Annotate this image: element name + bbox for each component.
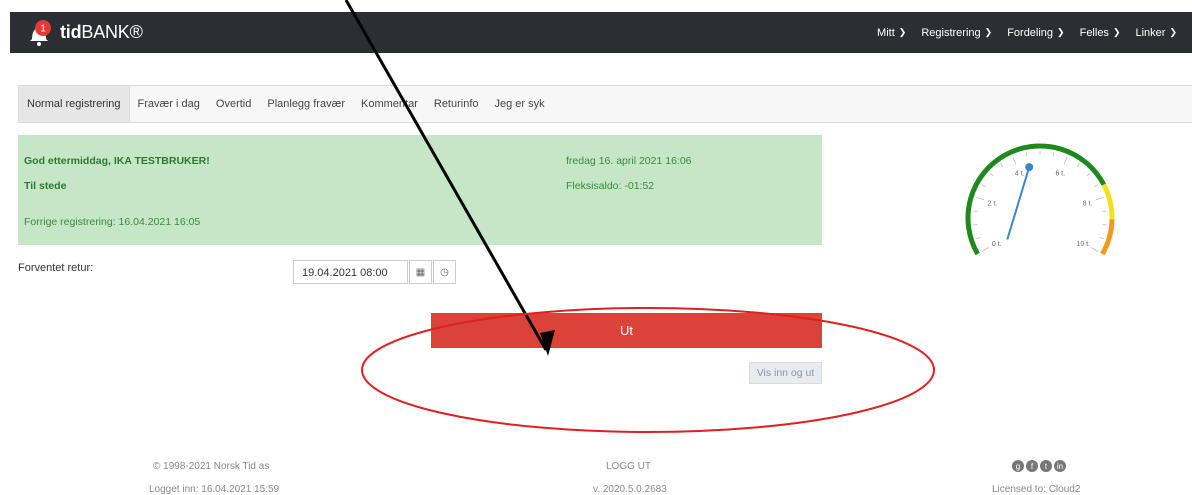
gauge-tick bbox=[1026, 152, 1027, 156]
gauge-arc-yellow bbox=[1104, 185, 1112, 220]
gauge-tick bbox=[1013, 157, 1016, 164]
gauge-tick-label: 6 t. bbox=[1055, 170, 1065, 177]
status-panel: God ettermiddag, IKA TESTBRUKER! Til ste… bbox=[18, 135, 822, 245]
google-plus-icon[interactable]: g bbox=[1012, 460, 1024, 472]
tab-fravaer-i-dag[interactable]: Fravær i dag bbox=[130, 86, 208, 122]
facebook-icon[interactable]: f bbox=[1026, 460, 1038, 472]
expected-return-input[interactable]: 19.04.2021 08:00 bbox=[293, 260, 408, 284]
footer-logged-in: Logget inn: 16.04.2021 15:59 bbox=[149, 484, 279, 495]
nav-label: Linker bbox=[1135, 27, 1165, 39]
gauge-tick bbox=[1091, 248, 1098, 252]
gauge-tick bbox=[1096, 197, 1104, 199]
top-navbar: 1 tidBANK® Mitt ❯ Registrering ❯ Fordeling… bbox=[10, 12, 1192, 53]
gauge-tick-label: 8 t. bbox=[1083, 201, 1093, 208]
gauge-tick bbox=[1100, 237, 1104, 238]
nav-registrering[interactable]: Registrering ❯ bbox=[921, 27, 992, 39]
tab-overtid[interactable]: Overtid bbox=[208, 86, 259, 122]
nav-mitt[interactable]: Mitt ❯ bbox=[877, 27, 906, 39]
nav-fordeling[interactable]: Fordeling ❯ bbox=[1007, 27, 1064, 39]
nav-felles[interactable]: Felles ❯ bbox=[1080, 27, 1121, 39]
nav-label: Felles bbox=[1080, 27, 1109, 39]
tab-returinfo[interactable]: Returinfo bbox=[426, 86, 487, 122]
gauge-tick bbox=[1077, 164, 1079, 167]
nav-label: Fordeling bbox=[1007, 27, 1053, 39]
show-in-out-button[interactable]: Vis inn og ut bbox=[749, 362, 822, 384]
nav-linker[interactable]: Linker ❯ bbox=[1135, 27, 1177, 39]
main-nav: Mitt ❯ Registrering ❯ Fordeling ❯ Felles ❯ L… bbox=[877, 12, 1192, 53]
twitter-icon[interactable]: t bbox=[1040, 460, 1052, 472]
out-button[interactable]: Ut bbox=[431, 313, 822, 348]
expected-return-label: Forventet retur: bbox=[18, 262, 93, 274]
footer-version: v. 2020.5.0.2683 bbox=[593, 484, 667, 495]
gauge-tick bbox=[1095, 185, 1098, 187]
tab-planlegg-fravaer[interactable]: Planlegg fravær bbox=[259, 86, 353, 122]
notification-count: 1 bbox=[40, 24, 46, 35]
gauge-tick bbox=[1001, 164, 1003, 167]
chevron-down-icon: ❯ bbox=[1169, 27, 1177, 38]
app-logo[interactable]: tidBANK® bbox=[60, 22, 143, 43]
chevron-down-icon: ❯ bbox=[985, 27, 993, 38]
gauge-tick bbox=[982, 185, 985, 187]
gauge-tick-label: 2 t. bbox=[988, 201, 998, 208]
greeting-text: God ettermiddag, IKA TESTBRUKER! bbox=[24, 155, 210, 167]
presence-status: Til stede bbox=[24, 180, 66, 192]
tab-jeg-er-syk[interactable]: Jeg er syk bbox=[487, 86, 553, 122]
footer-licensed: Licensed to: Cloud2 bbox=[992, 484, 1080, 495]
clock-icon[interactable]: ◷ bbox=[433, 260, 456, 284]
flex-balance: Fleksisaldo: -01:52 bbox=[566, 180, 654, 192]
registration-tabs: Normal registrering Fravær i dag Overtid… bbox=[18, 85, 1192, 123]
gauge-tick bbox=[982, 248, 989, 252]
gauge-tick bbox=[976, 197, 984, 199]
notification-bell-icon[interactable]: 1 bbox=[28, 19, 52, 45]
social-links: g f t in bbox=[1012, 460, 1066, 472]
chevron-down-icon: ❯ bbox=[899, 27, 907, 38]
gauge-tick bbox=[1064, 157, 1067, 164]
gauge-tick-label: 4 t. bbox=[1015, 170, 1025, 177]
gauge-tick bbox=[976, 237, 980, 238]
gauge-tick bbox=[1087, 173, 1090, 176]
nav-label: Mitt bbox=[877, 27, 895, 39]
last-registration: Forrige registrering: 16.04.2021 16:05 bbox=[24, 216, 200, 228]
gauge-tick bbox=[1053, 152, 1054, 156]
gauge-tick bbox=[990, 173, 993, 176]
linkedin-icon[interactable]: in bbox=[1054, 460, 1066, 472]
logo-suffix: BANK® bbox=[81, 22, 142, 42]
tab-kommentar[interactable]: Kommentar bbox=[353, 86, 426, 122]
tab-normal-registrering[interactable]: Normal registrering bbox=[18, 86, 130, 122]
current-datetime: fredag 16. april 2021 16:06 bbox=[566, 155, 692, 167]
logout-link[interactable]: LOGG UT bbox=[606, 461, 651, 472]
gauge-needle bbox=[1007, 167, 1029, 239]
gauge-needle-hub bbox=[1025, 163, 1033, 171]
logo-prefix: tid bbox=[60, 22, 81, 42]
chevron-down-icon: ❯ bbox=[1113, 27, 1121, 38]
gauge-tick-label: 10 t. bbox=[1076, 241, 1090, 248]
chevron-down-icon: ❯ bbox=[1057, 27, 1065, 38]
footer-copyright: © 1998-2021 Norsk Tid as bbox=[153, 461, 269, 472]
gauge-tick-label: 0 t. bbox=[992, 241, 1002, 248]
flex-gauge: 0 t. 2 t. 4 t. 6 t. 8 t. 10 t. bbox=[950, 130, 1140, 270]
calendar-icon[interactable]: ▦ bbox=[409, 260, 432, 284]
nav-label: Registrering bbox=[921, 27, 980, 39]
